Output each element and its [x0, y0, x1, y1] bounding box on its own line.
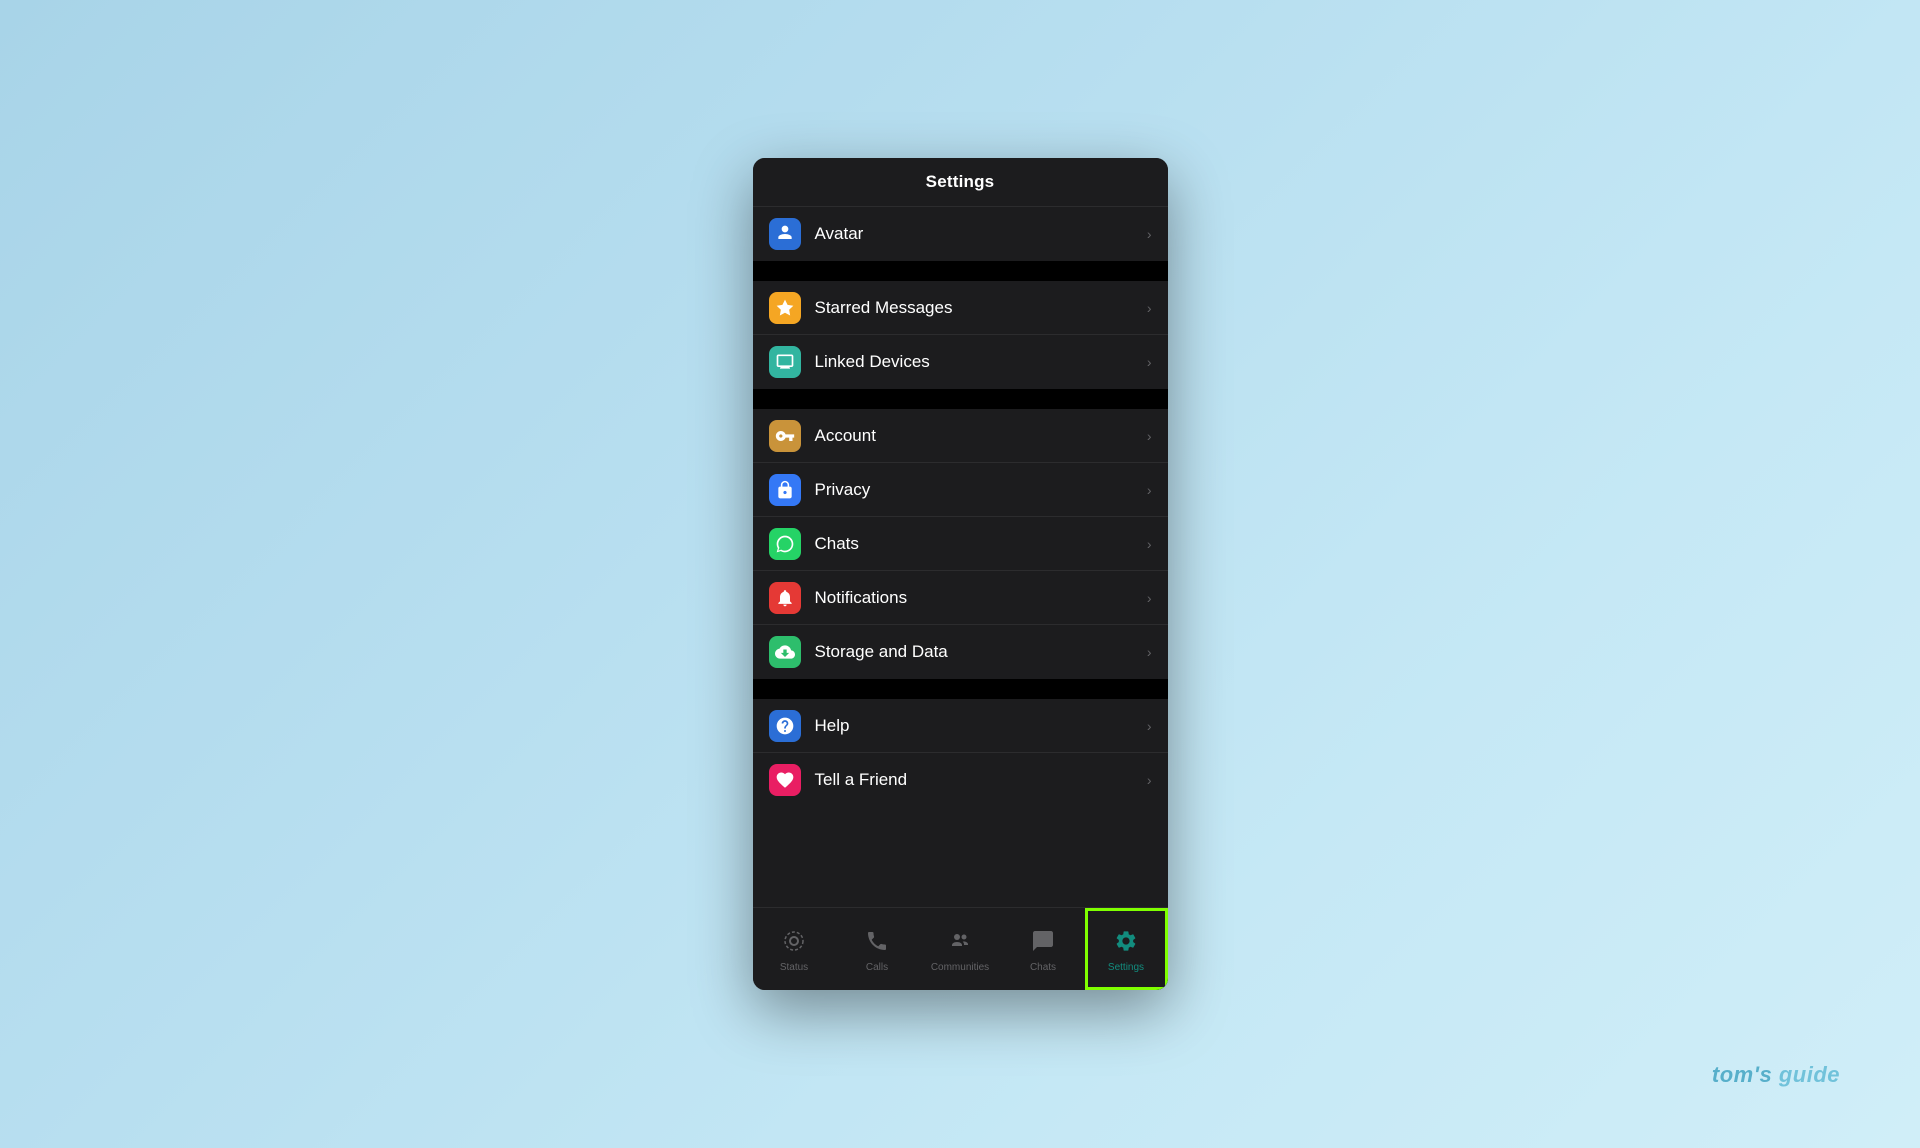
avatar-row[interactable]: Avatar › — [753, 207, 1168, 261]
calls-tab-icon — [865, 929, 889, 959]
help-row[interactable]: Help › — [753, 699, 1168, 753]
account-row[interactable]: Account › — [753, 409, 1168, 463]
privacy-row[interactable]: Privacy › — [753, 463, 1168, 517]
chats-tab-icon — [1031, 929, 1055, 959]
starred-messages-label: Starred Messages — [815, 298, 1147, 318]
chats-chevron: › — [1147, 536, 1152, 552]
section-help: Help › Tell a Friend › — [753, 699, 1168, 807]
status-tab-icon — [782, 929, 806, 959]
storage-icon — [769, 636, 801, 668]
notifications-chevron: › — [1147, 590, 1152, 606]
avatar-label: Avatar — [815, 224, 1147, 244]
avatar-icon — [769, 218, 801, 250]
linked-devices-row[interactable]: Linked Devices › — [753, 335, 1168, 389]
starred-messages-row[interactable]: Starred Messages › — [753, 281, 1168, 335]
settings-list: Avatar › Starred Messages › — [753, 207, 1168, 907]
section-starred: Starred Messages › Linked Devices › — [753, 281, 1168, 389]
section-avatar: Avatar › — [753, 207, 1168, 261]
tab-communities[interactable]: Communities — [919, 908, 1002, 990]
settings-title: Settings — [926, 172, 995, 191]
storage-chevron: › — [1147, 644, 1152, 660]
privacy-chevron: › — [1147, 482, 1152, 498]
privacy-icon — [769, 474, 801, 506]
tell-friend-label: Tell a Friend — [815, 770, 1147, 790]
tell-friend-row[interactable]: Tell a Friend › — [753, 753, 1168, 807]
tab-chats[interactable]: Chats — [1002, 908, 1085, 990]
key-icon — [769, 420, 801, 452]
phone-screen: Settings Avatar › — [753, 158, 1168, 990]
notifications-icon — [769, 582, 801, 614]
settings-tab-label: Settings — [1108, 962, 1144, 973]
linked-chevron: › — [1147, 354, 1152, 370]
help-label: Help — [815, 716, 1147, 736]
divider-1 — [753, 261, 1168, 281]
avatar-chevron: › — [1147, 226, 1152, 242]
heart-icon — [769, 764, 801, 796]
status-tab-label: Status — [780, 962, 808, 973]
bottom-spacer — [753, 807, 1168, 907]
tab-status[interactable]: Status — [753, 908, 836, 990]
settings-tab-icon — [1114, 929, 1138, 959]
settings-header: Settings — [753, 158, 1168, 207]
divider-3 — [753, 679, 1168, 699]
communities-tab-icon — [948, 929, 972, 959]
tell-friend-chevron: › — [1147, 772, 1152, 788]
notifications-row[interactable]: Notifications › — [753, 571, 1168, 625]
communities-tab-label: Communities — [931, 962, 989, 973]
linked-devices-label: Linked Devices — [815, 352, 1147, 372]
tab-bar: Status Calls Communities — [753, 907, 1168, 990]
chats-row[interactable]: Chats › — [753, 517, 1168, 571]
chats-icon — [769, 528, 801, 560]
tab-calls[interactable]: Calls — [836, 908, 919, 990]
account-chevron: › — [1147, 428, 1152, 444]
calls-tab-label: Calls — [866, 962, 888, 973]
storage-data-label: Storage and Data — [815, 642, 1147, 662]
notifications-label: Notifications — [815, 588, 1147, 608]
privacy-label: Privacy — [815, 480, 1147, 500]
starred-chevron: › — [1147, 300, 1152, 316]
star-icon — [769, 292, 801, 324]
chats-tab-label: Chats — [1030, 962, 1056, 973]
storage-data-row[interactable]: Storage and Data › — [753, 625, 1168, 679]
linked-icon — [769, 346, 801, 378]
section-account: Account › Privacy › Chats — [753, 409, 1168, 679]
watermark: tom's guide — [1712, 1062, 1840, 1088]
divider-2 — [753, 389, 1168, 409]
help-chevron: › — [1147, 718, 1152, 734]
chats-label: Chats — [815, 534, 1147, 554]
account-label: Account — [815, 426, 1147, 446]
tab-settings[interactable]: Settings — [1085, 908, 1168, 990]
help-icon — [769, 710, 801, 742]
